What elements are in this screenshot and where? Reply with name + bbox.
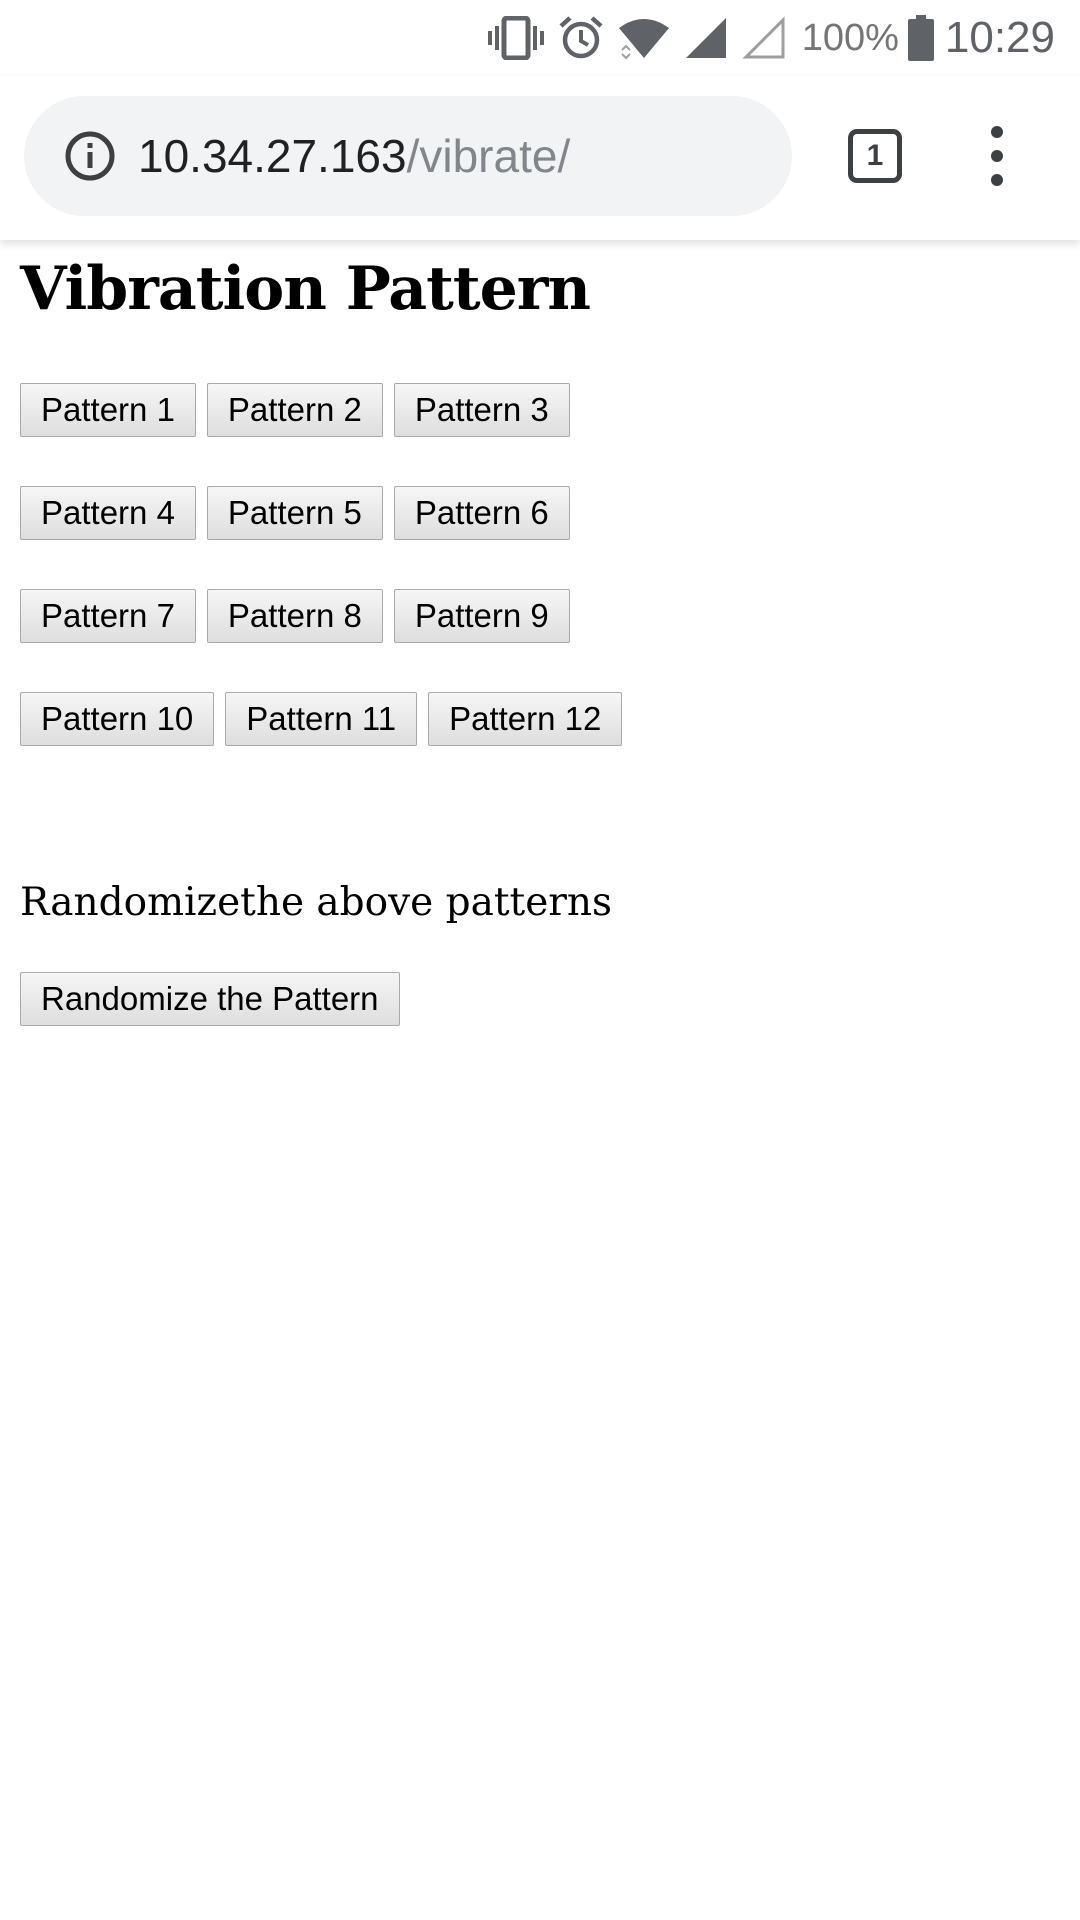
pattern-1-button[interactable]: Pattern 1: [20, 383, 196, 437]
randomize-button[interactable]: Randomize the Pattern: [20, 972, 400, 1026]
pattern-10-button[interactable]: Pattern 10: [20, 692, 215, 746]
alarm-icon: [558, 15, 604, 61]
randomize-row: Randomize the Pattern: [20, 972, 411, 1026]
pattern-6-button[interactable]: Pattern 6: [393, 486, 570, 540]
url-path: /vibrate/: [406, 130, 571, 182]
pattern-5-button[interactable]: Pattern 5: [206, 486, 383, 540]
tab-switcher-button[interactable]: 1: [848, 129, 902, 183]
cell-signal-empty-icon: [742, 16, 786, 60]
pattern-row-4: Pattern 10 Pattern 11 Pattern 12: [20, 692, 633, 746]
pattern-9-button[interactable]: Pattern 9: [393, 589, 570, 643]
pattern-4-button[interactable]: Pattern 4: [20, 486, 196, 540]
more-options-icon[interactable]: [972, 126, 1022, 186]
randomize-description: Randomizethe above patterns: [20, 880, 613, 925]
pattern-2-button[interactable]: Pattern 2: [206, 383, 383, 437]
vibrate-icon: [487, 16, 544, 60]
page-title: Vibration Pattern: [20, 254, 591, 324]
pattern-row-3: Pattern 7 Pattern 8 Pattern 9: [20, 589, 581, 643]
battery-percent: 100%: [801, 16, 899, 59]
menu-dot: [991, 126, 1003, 138]
url-host: 10.34.27.163: [138, 130, 407, 182]
pattern-7-button[interactable]: Pattern 7: [20, 589, 196, 643]
pattern-row-2: Pattern 4 Pattern 5 Pattern 6: [20, 486, 581, 540]
menu-dot: [991, 150, 1003, 162]
menu-dot: [991, 174, 1003, 186]
info-icon[interactable]: [64, 130, 116, 182]
clock: 10:29: [944, 13, 1055, 62]
pattern-12-button[interactable]: Pattern 12: [428, 692, 623, 746]
wifi-icon: [618, 16, 670, 60]
pattern-row-1: Pattern 1 Pattern 2 Pattern 3: [20, 383, 581, 437]
pattern-11-button[interactable]: Pattern 11: [225, 692, 418, 746]
address-bar[interactable]: 10.34.27.163/vibrate/: [24, 96, 792, 216]
url-text[interactable]: 10.34.27.163/vibrate/: [138, 129, 570, 183]
cell-signal-icon: [684, 16, 728, 60]
pattern-8-button[interactable]: Pattern 8: [206, 589, 383, 643]
status-icons: 100% 10:29: [474, 0, 1055, 76]
status-bar: 100% 10:29: [0, 0, 1080, 76]
battery-icon: [907, 15, 935, 61]
browser-toolbar: 10.34.27.163/vibrate/ 1: [0, 76, 1080, 240]
pattern-3-button[interactable]: Pattern 3: [393, 383, 570, 437]
